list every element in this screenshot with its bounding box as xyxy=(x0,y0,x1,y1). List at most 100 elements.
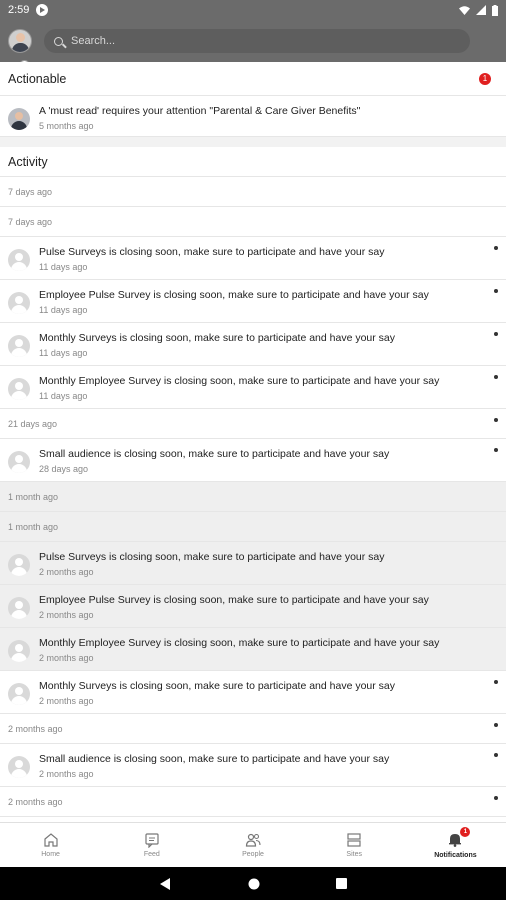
person-placeholder-icon xyxy=(8,597,30,619)
system-navigation-bar xyxy=(0,867,506,900)
notification-message: Monthly Surveys is closing soon, make su… xyxy=(39,332,396,344)
nav-label: People xyxy=(242,851,264,858)
person-placeholder-icon xyxy=(8,451,30,473)
search-input[interactable]: Search... xyxy=(44,29,470,53)
activity-item[interactable]: Monthly Surveys is closing soon, make su… xyxy=(0,323,506,366)
status-icons xyxy=(459,4,498,16)
activity-item[interactable]: Employee Pulse Survey is closing soon, m… xyxy=(0,280,506,323)
notification-time: 11 days ago xyxy=(39,262,88,272)
notifications-list[interactable]: Actionable 1 A 'must read' requires your… xyxy=(0,62,506,822)
home-icon xyxy=(43,833,58,847)
media-play-icon xyxy=(36,4,49,16)
unread-dot-icon xyxy=(494,375,498,379)
notification-count-badge: 1 xyxy=(460,827,471,837)
sender-avatar xyxy=(8,108,30,130)
group-time-label: 7 days ago xyxy=(8,186,53,197)
activity-item[interactable]: Small audience is closing soon, make sur… xyxy=(0,439,506,482)
activity-item[interactable]: Monthly Employee Survey is closing soon,… xyxy=(0,628,506,671)
notification-time: 11 days ago xyxy=(39,391,88,401)
nav-feed[interactable]: Feed xyxy=(101,823,202,867)
activity-item[interactable]: Pulse Surveys is closing soon, make sure… xyxy=(0,542,506,585)
activity-item[interactable]: Monthly Employee Survey is closing soon,… xyxy=(0,366,506,409)
nav-label: Sites xyxy=(346,851,362,858)
unread-dot-icon xyxy=(494,418,498,422)
activity-item[interactable]: Small audience is closing soon, make sur… xyxy=(0,744,506,787)
person-placeholder-icon xyxy=(8,378,30,400)
notification-message: Monthly Employee Survey is closing soon,… xyxy=(39,637,440,649)
notification-message: Pulse Surveys is closing soon, make sure… xyxy=(39,551,385,563)
feed-icon xyxy=(145,833,159,848)
nav-label: Home xyxy=(41,851,60,858)
unread-dot-icon xyxy=(494,332,498,336)
actionable-count-badge: 1 xyxy=(479,72,491,85)
status-time: 2:59 xyxy=(8,4,30,16)
activity-item[interactable]: Employee Pulse Survey is closing soon, m… xyxy=(0,585,506,628)
notification-time: 2 months ago xyxy=(39,610,94,620)
notification-message: Small audience is closing soon, make sur… xyxy=(39,753,390,765)
unread-dot-icon xyxy=(494,753,498,757)
unread-dot-icon xyxy=(494,796,498,800)
recents-icon[interactable] xyxy=(335,878,347,889)
search-placeholder: Search... xyxy=(71,35,116,47)
notification-message: Employee Pulse Survey is closing soon, m… xyxy=(39,289,429,301)
nav-sites[interactable]: Sites xyxy=(304,823,405,867)
notification-time: 2 months ago xyxy=(39,567,94,577)
nav-notifications[interactable]: 1 Notifications xyxy=(405,823,506,867)
activity-group-label: 7 days ago xyxy=(0,207,506,237)
person-placeholder-icon xyxy=(8,554,30,576)
signal-icon xyxy=(476,5,486,15)
unread-dot-icon xyxy=(494,246,498,250)
notification-time: 2 months ago xyxy=(39,769,94,779)
nav-label: Notifications xyxy=(434,852,477,859)
activity-item[interactable]: Monthly Surveys is closing soon, make su… xyxy=(0,671,506,714)
sites-icon xyxy=(347,833,361,847)
bottom-navigation: Home Feed People Sites 1 Notifications xyxy=(0,822,506,867)
bell-icon-wrap: 1 xyxy=(447,827,471,852)
notification-time: 2 months ago xyxy=(39,653,94,663)
notification-message: Small audience is closing soon, make sur… xyxy=(39,448,390,460)
back-icon[interactable] xyxy=(159,877,172,890)
notification-time: 2 months ago xyxy=(39,696,94,706)
wifi-icon xyxy=(459,5,470,15)
nav-label: Feed xyxy=(143,851,160,858)
unread-dot-icon xyxy=(494,289,498,293)
person-placeholder-icon xyxy=(8,249,30,271)
notification-message: Employee Pulse Survey is closing soon, m… xyxy=(39,594,429,606)
status-bar: 2:59 xyxy=(0,0,506,20)
activity-group-label: 1 month ago xyxy=(0,482,506,512)
activity-group-label: 7 days ago xyxy=(0,177,506,207)
group-time-label: 2 months ago xyxy=(8,723,63,734)
notification-message: Pulse Surveys is closing soon, make sure… xyxy=(39,246,385,258)
group-time-label: 2 months ago xyxy=(8,796,63,807)
activity-group-label: 2 months ago xyxy=(0,787,506,817)
group-time-label: 1 month ago xyxy=(8,491,59,502)
activity-group-label: 21 days ago xyxy=(0,409,506,439)
app-bar: Search... xyxy=(0,20,506,71)
unread-dot-icon xyxy=(494,723,498,727)
notification-message: Monthly Surveys is closing soon, make su… xyxy=(39,680,396,692)
notification-time: 11 days ago xyxy=(39,348,88,358)
person-placeholder-icon xyxy=(8,683,30,705)
notification-time: 11 days ago xyxy=(39,305,88,315)
home-button-icon[interactable] xyxy=(248,878,260,890)
nav-home[interactable]: Home xyxy=(0,823,101,867)
notification-message: A 'must read' requires your attention "P… xyxy=(39,105,361,117)
activity-group-label: 1 month ago xyxy=(0,512,506,542)
battery-icon xyxy=(492,4,498,16)
activity-header: Activity xyxy=(0,147,506,177)
activity-item[interactable]: Pulse Surveys is closing soon, make sure… xyxy=(0,237,506,280)
person-placeholder-icon xyxy=(8,292,30,314)
person-placeholder-icon xyxy=(8,335,30,357)
notification-time: 5 months ago xyxy=(39,121,94,131)
unread-dot-icon xyxy=(494,448,498,452)
person-placeholder-icon xyxy=(8,756,30,778)
actionable-item[interactable]: A 'must read' requires your attention "P… xyxy=(0,96,506,137)
activity-group-label: 2 months ago xyxy=(0,714,506,744)
notification-time: 28 days ago xyxy=(39,464,89,474)
activity-title: Activity xyxy=(8,154,48,169)
person-placeholder-icon xyxy=(8,640,30,662)
profile-avatar[interactable] xyxy=(8,29,32,53)
notification-message: Monthly Employee Survey is closing soon,… xyxy=(39,375,440,387)
nav-people[interactable]: People xyxy=(202,823,303,867)
section-divider xyxy=(0,137,506,147)
